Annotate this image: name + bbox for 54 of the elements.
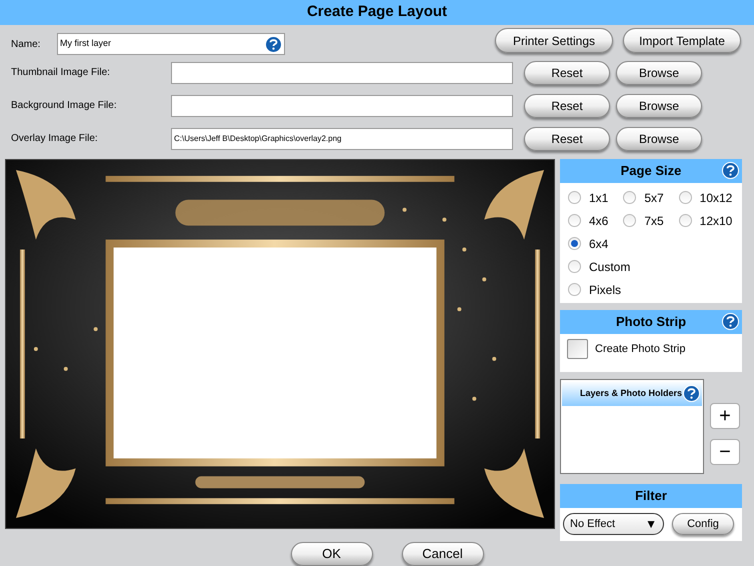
radio-button[interactable] [678, 191, 692, 204]
dialog-button[interactable]: Cancel [402, 542, 484, 566]
radio-button[interactable] [568, 260, 581, 273]
help-icon[interactable] [683, 385, 700, 402]
dialog-button[interactable]: OK [290, 542, 372, 566]
layers-title: Layers & Photo Holders [580, 386, 682, 400]
config-button[interactable]: Config [672, 513, 734, 535]
remove-button[interactable]: − [710, 439, 740, 465]
radio-button[interactable] [568, 191, 581, 204]
file-path-field[interactable] [171, 94, 513, 116]
radio-label: 12x10 [700, 212, 732, 230]
toolbar-button[interactable]: Import Template [623, 28, 741, 53]
radio-label: 4x6 [589, 212, 608, 230]
panel-title: Filter [635, 487, 667, 506]
dropdown-value: No Effect [570, 516, 616, 532]
browse-button[interactable]: Browse [616, 126, 702, 150]
radio-button[interactable] [568, 214, 581, 227]
name-label: Name: [11, 38, 42, 52]
radio-label: 10x12 [700, 190, 732, 206]
reset-button[interactable]: Reset [524, 94, 610, 118]
filter-dropdown[interactable]: No Effect ▼ [563, 513, 664, 535]
file-path-field[interactable]: C:\Users\Jeff B\Desktop\Graphics\overlay2.png [171, 128, 513, 150]
dropdown-arrow: ▼ [645, 516, 657, 533]
add-button[interactable]: + [710, 403, 740, 429]
radio-button[interactable] [678, 214, 692, 227]
panel-title: Photo Strip [616, 313, 686, 332]
radio-label: 1x1 [589, 190, 608, 206]
radio-button[interactable] [623, 191, 636, 204]
radio-label: 5x7 [644, 190, 664, 206]
help-icon[interactable] [722, 162, 739, 179]
window-title: Create Page Layout [306, 2, 448, 22]
radio-button[interactable] [623, 214, 636, 227]
radio-button[interactable] [568, 283, 581, 296]
radio-label: 7x5 [644, 212, 664, 230]
reset-button[interactable]: Reset [524, 126, 610, 150]
name-field[interactable]: My first layer [57, 33, 285, 55]
reset-button[interactable]: Reset [524, 60, 610, 84]
radio-label: Custom [589, 258, 630, 276]
toolbar-button[interactable]: Printer Settings [495, 28, 613, 53]
help-icon[interactable] [265, 36, 282, 52]
help-icon[interactable] [722, 313, 739, 330]
checkbox-label: Create Photo Strip [595, 342, 686, 357]
browse-button[interactable]: Browse [616, 60, 702, 84]
checkbox[interactable] [567, 339, 588, 359]
file-label: Thumbnail Image File: [11, 66, 111, 80]
file-path-field[interactable] [171, 62, 513, 84]
file-label: Overlay Image File: [11, 132, 99, 146]
name-input[interactable]: My first layer [60, 37, 265, 51]
panel-title: Page Size [620, 162, 682, 180]
radio-label: Pixels [589, 282, 622, 298]
radio-button[interactable] [568, 237, 581, 250]
browse-button[interactable]: Browse [616, 94, 702, 118]
radio-label: 6x4 [589, 236, 608, 252]
file-label: Background Image File: [11, 99, 118, 113]
